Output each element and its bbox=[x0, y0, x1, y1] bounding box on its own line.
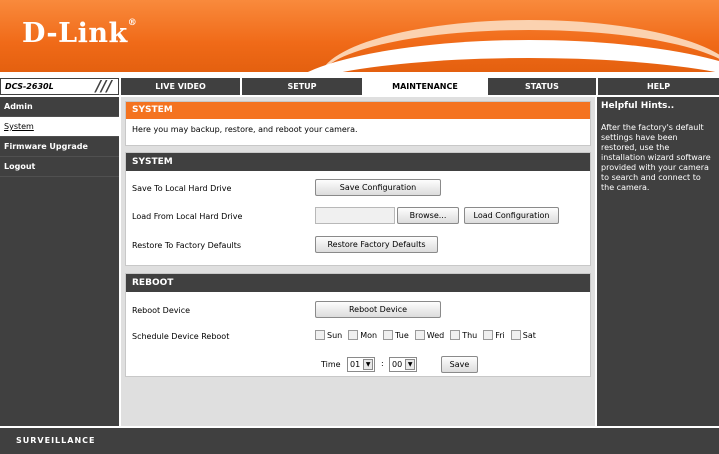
restore-defaults-label: Restore To Factory Defaults bbox=[132, 241, 242, 250]
help-panel: Helpful Hints.. After the factory's defa… bbox=[597, 97, 719, 426]
reboot-panel: REBOOT Reboot Device Reboot Device Sched… bbox=[125, 273, 591, 377]
header-banner: D-Link® bbox=[0, 0, 719, 72]
reboot-device-label: Reboot Device bbox=[132, 306, 191, 315]
mon-checkbox[interactable] bbox=[348, 330, 359, 340]
time-separator: : bbox=[381, 359, 384, 368]
top-nav: DCS-2630L /// LIVE VIDEO SETUP MAINTENAN… bbox=[0, 78, 719, 95]
sidebar-item-admin[interactable]: Admin bbox=[0, 97, 119, 117]
tab-help[interactable]: HELP bbox=[596, 78, 719, 95]
intro-description: Here you may backup, restore, and reboot… bbox=[126, 119, 590, 145]
day-wed[interactable]: Wed bbox=[414, 330, 444, 340]
footer: SURVEILLANCE bbox=[0, 428, 719, 454]
sidebar-item-system[interactable]: System bbox=[0, 117, 119, 137]
tab-status[interactable]: STATUS bbox=[486, 78, 596, 95]
sidebar-item-firmware-upgrade[interactable]: Firmware Upgrade bbox=[0, 137, 119, 157]
sidebar: Admin System Firmware Upgrade Logout bbox=[0, 97, 119, 426]
time-label: Time bbox=[321, 360, 341, 369]
sidebar-item-logout[interactable]: Logout bbox=[0, 157, 119, 177]
model-label: DCS-2630L /// bbox=[0, 78, 119, 95]
save-configuration-button[interactable]: Save Configuration bbox=[315, 179, 441, 196]
schedule-reboot-label: Schedule Device Reboot bbox=[132, 332, 230, 341]
weekday-checkboxes: Sun Mon Tue Wed Thu Fri Sat bbox=[315, 330, 542, 340]
restore-factory-defaults-button[interactable]: Restore Factory Defaults bbox=[315, 236, 438, 253]
help-title: Helpful Hints.. bbox=[601, 101, 675, 111]
sun-checkbox[interactable] bbox=[315, 330, 325, 340]
wed-checkbox[interactable] bbox=[414, 330, 425, 340]
system-panel: SYSTEM Save To Local Hard Drive Save Con… bbox=[125, 152, 591, 266]
help-text: After the factory's default settings hav… bbox=[601, 123, 711, 192]
reboot-section-title: REBOOT bbox=[126, 274, 590, 292]
save-schedule-button[interactable]: Save bbox=[441, 356, 478, 373]
model-text: DCS-2630L bbox=[5, 82, 54, 91]
tab-setup[interactable]: SETUP bbox=[240, 78, 362, 95]
reboot-device-button[interactable]: Reboot Device bbox=[315, 301, 441, 318]
minute-select[interactable]: 00 ▼ bbox=[389, 357, 418, 372]
intro-panel: SYSTEM Here you may backup, restore, and… bbox=[125, 101, 591, 146]
day-fri[interactable]: Fri bbox=[483, 330, 505, 340]
sat-checkbox[interactable] bbox=[510, 330, 521, 340]
main-content: SYSTEM Here you may backup, restore, and… bbox=[121, 97, 595, 426]
chevron-down-icon: ▼ bbox=[363, 359, 374, 370]
day-sat[interactable]: Sat bbox=[510, 330, 536, 340]
browse-button[interactable]: Browse... bbox=[397, 207, 459, 224]
day-thu[interactable]: Thu bbox=[450, 330, 477, 340]
fri-checkbox[interactable] bbox=[483, 330, 494, 340]
chevron-down-icon: ▼ bbox=[405, 359, 416, 370]
model-slashes-icon: /// bbox=[95, 77, 112, 95]
day-sun[interactable]: Sun bbox=[315, 330, 342, 340]
tab-maintenance[interactable]: MAINTENANCE bbox=[362, 78, 486, 95]
tab-live-video[interactable]: LIVE VIDEO bbox=[119, 78, 240, 95]
tue-checkbox[interactable] bbox=[383, 330, 394, 340]
system-section-title: SYSTEM bbox=[126, 153, 590, 171]
day-mon[interactable]: Mon bbox=[348, 330, 377, 340]
footer-surveillance-label: SURVEILLANCE bbox=[16, 436, 96, 445]
thu-checkbox[interactable] bbox=[450, 330, 461, 340]
load-configuration-button[interactable]: Load Configuration bbox=[464, 207, 559, 224]
save-local-label: Save To Local Hard Drive bbox=[132, 184, 232, 193]
hour-select[interactable]: 01 ▼ bbox=[347, 357, 376, 372]
intro-title: SYSTEM bbox=[126, 102, 590, 119]
day-tue[interactable]: Tue bbox=[383, 330, 409, 340]
config-file-input[interactable] bbox=[315, 207, 395, 224]
load-local-label: Load From Local Hard Drive bbox=[132, 212, 243, 221]
dlink-logo: D-Link® bbox=[22, 18, 138, 49]
